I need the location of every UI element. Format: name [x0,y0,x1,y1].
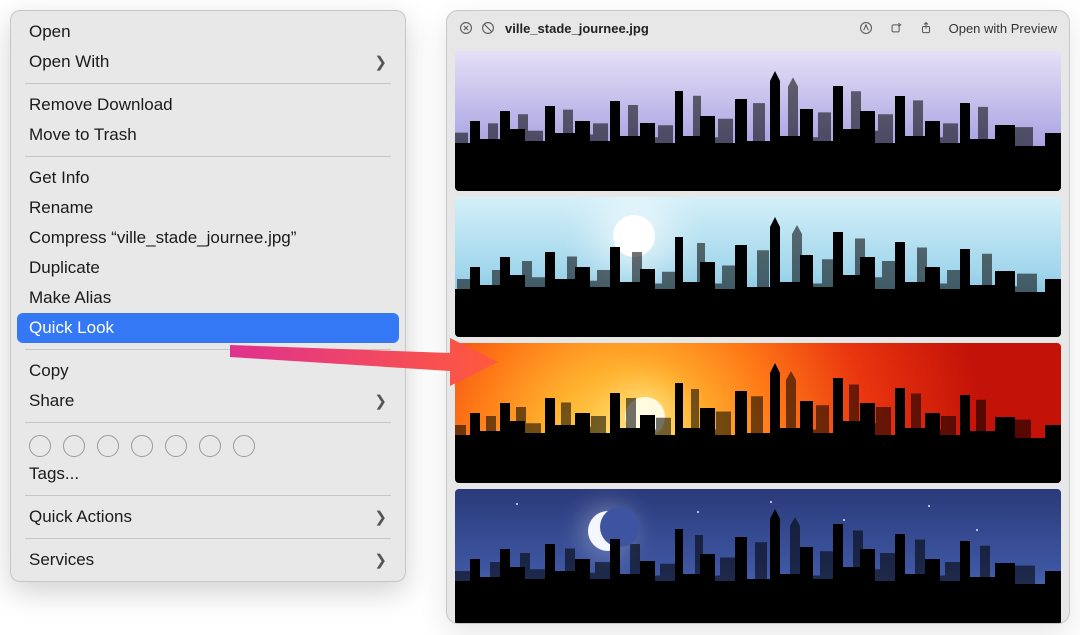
menu-make-alias[interactable]: Make Alias [11,283,405,313]
menu-label: Move to Trash [29,125,137,145]
menu-separator [25,538,391,539]
tag-circle-icon[interactable] [199,435,221,457]
menu-open[interactable]: Open [11,17,405,47]
context-menu: Open Open With ❯ Remove Download Move to… [10,10,406,582]
fullscreen-icon[interactable] [481,21,495,35]
markup-icon[interactable] [859,21,873,35]
share-icon[interactable] [919,21,933,35]
skyline-panel-day [455,197,1061,337]
preview-filename: ville_stade_journee.jpg [505,21,649,36]
rotate-icon[interactable] [889,21,903,35]
menu-open-with[interactable]: Open With ❯ [11,47,405,77]
menu-compress[interactable]: Compress “ville_stade_journee.jpg” [11,223,405,253]
menu-separator [25,156,391,157]
chevron-right-icon: ❯ [374,508,387,526]
menu-label: Compress “ville_stade_journee.jpg” [29,228,296,248]
menu-separator [25,495,391,496]
tag-circle-icon[interactable] [165,435,187,457]
menu-get-info[interactable]: Get Info [11,163,405,193]
menu-label: Open With [29,52,109,72]
menu-label: Tags... [29,464,79,484]
skyline-panel-night [455,489,1061,624]
menu-separator [25,349,391,350]
preview-header: ville_stade_journee.jpg Open with Previe… [447,11,1069,45]
menu-duplicate[interactable]: Duplicate [11,253,405,283]
menu-move-to-trash[interactable]: Move to Trash [11,120,405,150]
menu-services[interactable]: Services ❯ [11,545,405,575]
menu-rename[interactable]: Rename [11,193,405,223]
chevron-right-icon: ❯ [374,392,387,410]
menu-label: Services [29,550,94,570]
menu-quick-look[interactable]: Quick Look [17,313,399,343]
menu-label: Duplicate [29,258,100,278]
menu-remove-download[interactable]: Remove Download [11,90,405,120]
menu-label: Quick Actions [29,507,132,527]
menu-tags[interactable]: Tags... [11,459,405,489]
tag-circle-icon[interactable] [29,435,51,457]
menu-label: Remove Download [29,95,173,115]
menu-label: Get Info [29,168,89,188]
tag-circle-icon[interactable] [233,435,255,457]
preview-image [447,45,1069,624]
menu-label: Share [29,391,74,411]
menu-quick-actions[interactable]: Quick Actions ❯ [11,502,405,532]
menu-copy[interactable]: Copy [11,356,405,386]
menu-label: Rename [29,198,93,218]
menu-label: Quick Look [29,318,114,338]
close-icon[interactable] [459,21,473,35]
chevron-right-icon: ❯ [374,53,387,71]
open-with-preview-button[interactable]: Open with Preview [949,21,1057,36]
skyline-panel-sunset [455,343,1061,483]
menu-label: Open [29,22,71,42]
tag-circle-icon[interactable] [97,435,119,457]
menu-label: Make Alias [29,288,111,308]
tag-color-row [11,429,405,459]
menu-separator [25,422,391,423]
chevron-right-icon: ❯ [374,551,387,569]
menu-label: Copy [29,361,69,381]
tag-circle-icon[interactable] [131,435,153,457]
menu-share[interactable]: Share ❯ [11,386,405,416]
tag-circle-icon[interactable] [63,435,85,457]
skyline-panel-twilight [455,51,1061,191]
menu-separator [25,83,391,84]
preview-window: ville_stade_journee.jpg Open with Previe… [446,10,1070,624]
